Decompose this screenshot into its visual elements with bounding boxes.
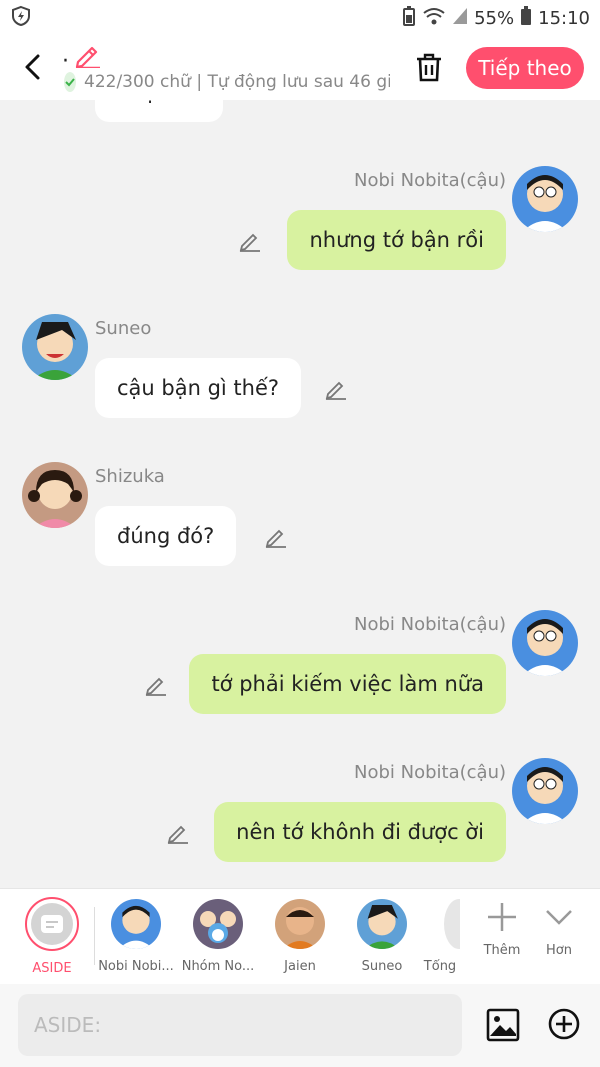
message-bubble[interactable]: nên tớ khônh đi được ời	[214, 802, 506, 862]
next-button[interactable]: Tiếp theo	[466, 47, 584, 89]
plus-icon	[488, 903, 516, 931]
sender-name: Shizuka	[95, 466, 165, 487]
image-icon	[486, 1008, 520, 1042]
message-bubble[interactable]: cậu bận gì thế?	[95, 358, 302, 418]
sender-name: Nobi Nobita(cậu)	[354, 614, 506, 635]
header: · 422/300 chữ | Tự động lưu sau 46 giây …	[0, 36, 600, 100]
status-bar: 55% 15:10	[0, 0, 600, 36]
signal-icon	[452, 7, 468, 30]
avatar-group	[193, 899, 243, 949]
avatar-nobita[interactable]	[512, 758, 578, 824]
pencil-icon	[74, 46, 102, 72]
character-group[interactable]: Nhóm No...	[176, 897, 260, 974]
character-label: Nhóm No...	[181, 959, 255, 974]
edit-icon[interactable]	[144, 672, 168, 696]
title-edit[interactable]: ·	[62, 42, 102, 74]
character-aside[interactable]: ASIDE	[10, 897, 94, 976]
avatar-nobita	[111, 899, 161, 949]
title-dot: ·	[62, 49, 69, 74]
check-icon	[64, 72, 76, 92]
avatar-nobita[interactable]	[512, 610, 578, 676]
character-label: Nobi Nobi...	[98, 959, 174, 974]
more-button[interactable]: Hơn	[517, 897, 600, 958]
plus-circle-icon	[548, 1008, 580, 1040]
chat-area[interactable]: được đó Nobi Nobita(cậu) nhưng tớ bận rồ…	[0, 100, 600, 888]
avatar-nobita[interactable]	[512, 166, 578, 232]
delete-button[interactable]	[414, 51, 444, 83]
character-tong[interactable]: Tổng	[420, 897, 460, 974]
wifi-icon	[422, 6, 446, 31]
add-button[interactable]	[548, 1008, 580, 1040]
character-label: Suneo	[361, 959, 403, 974]
shield-icon	[10, 5, 32, 32]
more-label: Hơn	[546, 943, 572, 958]
battery-percent: 55%	[474, 7, 515, 29]
character-label: ASIDE	[32, 961, 72, 976]
edit-icon[interactable]	[264, 524, 288, 548]
avatar-tong	[444, 899, 460, 949]
character-picker: ASIDE Nobi Nobi... Nhóm No... Jaien Sune…	[0, 888, 600, 984]
battery-icon	[520, 5, 532, 31]
message-bubble[interactable]: nhưng tớ bận rồi	[287, 210, 506, 270]
autosave-row: 422/300 chữ | Tự động lưu sau 46 giây	[64, 72, 390, 92]
character-jaien[interactable]: Jaien	[258, 897, 342, 974]
character-label: Jaien	[284, 959, 316, 974]
character-label: Tổng	[423, 959, 457, 974]
message-bubble[interactable]: đúng đó?	[95, 506, 237, 566]
autosave-status: 422/300 chữ | Tự động lưu sau 46 giây	[84, 72, 390, 92]
message-input[interactable]	[18, 994, 462, 1056]
edit-icon[interactable]	[238, 228, 262, 252]
character-nobita[interactable]: Nobi Nobi...	[94, 897, 178, 974]
character-suneo[interactable]: Suneo	[340, 897, 424, 974]
composer	[0, 984, 600, 1067]
aside-icon	[31, 903, 73, 945]
clock: 15:10	[538, 7, 590, 29]
sender-name: Nobi Nobita(cậu)	[354, 170, 506, 191]
edit-icon[interactable]	[166, 820, 190, 844]
sender-name: Suneo	[95, 318, 152, 339]
message-bubble[interactable]: được đó	[95, 100, 223, 122]
chevron-down-icon	[546, 910, 572, 925]
message-bubble[interactable]: tớ phải kiếm việc làm nữa	[189, 654, 506, 714]
avatar-jaien	[275, 899, 325, 949]
image-button[interactable]	[486, 1008, 520, 1042]
back-button[interactable]	[18, 50, 48, 84]
aside-selected-ring	[25, 897, 79, 951]
edit-icon[interactable]	[324, 376, 348, 400]
battery-saver-icon	[402, 5, 416, 31]
sender-name: Nobi Nobita(cậu)	[354, 762, 506, 783]
avatar-shizuka[interactable]	[22, 462, 88, 528]
avatar-suneo	[357, 899, 407, 949]
avatar-suneo[interactable]	[22, 314, 88, 380]
